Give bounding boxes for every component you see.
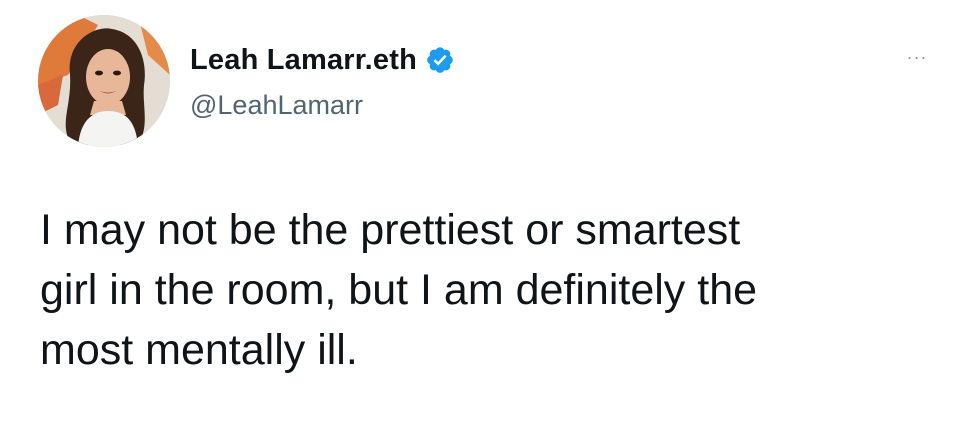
avatar[interactable] — [38, 15, 170, 147]
author-handle[interactable]: @LeahLamarr — [190, 90, 363, 121]
author-row: Leah Lamarr.eth — [190, 40, 455, 80]
verified-badge-icon — [427, 47, 453, 73]
avatar-photo — [38, 15, 170, 147]
tweet-card: Leah Lamarr.eth @LeahLamarr ··· I may no… — [0, 0, 958, 434]
display-name[interactable]: Leah Lamarr.eth — [190, 44, 417, 77]
more-options-icon[interactable]: ··· — [900, 40, 934, 74]
tweet-text: I may not be the prettiest or smartest g… — [40, 206, 758, 374]
